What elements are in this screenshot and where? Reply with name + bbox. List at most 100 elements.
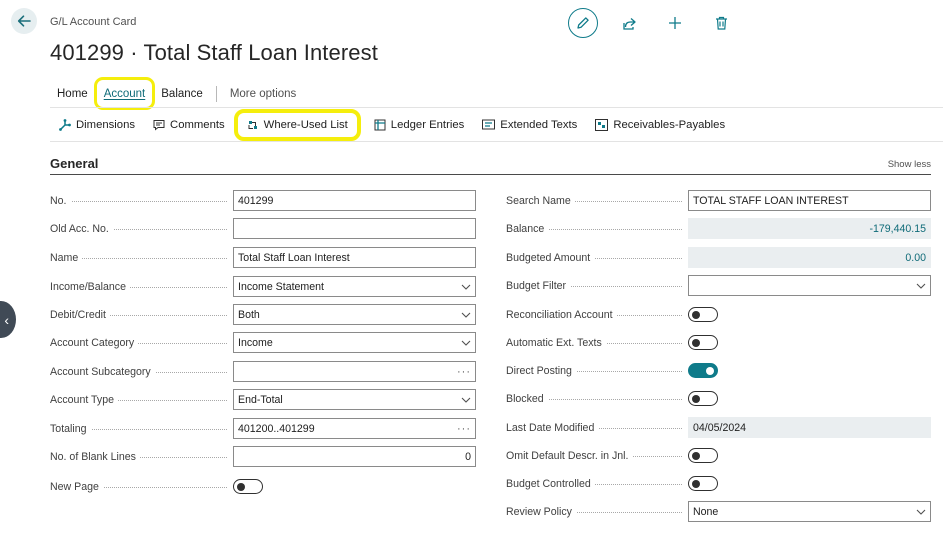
field-label: Account Category [50, 336, 139, 349]
edit-button[interactable] [568, 8, 598, 38]
ledger-icon [374, 119, 386, 131]
blank-lines-input[interactable]: 0 [233, 446, 476, 467]
more-options-button[interactable]: More options [223, 80, 303, 107]
ledger-entries-button[interactable]: Ledger Entries [365, 113, 473, 137]
field-omit-default-descr: Omit Default Descr. in Jnl. [506, 445, 718, 466]
where-used-label: Where-Used List [263, 118, 348, 131]
omit-default-descr-toggle[interactable] [688, 448, 718, 463]
receivables-label: Receivables-Payables [613, 118, 726, 131]
new-button[interactable] [660, 8, 690, 38]
receivables-icon [595, 118, 609, 131]
ledger-label: Ledger Entries [390, 118, 465, 131]
trash-icon [715, 16, 727, 30]
dimensions-button[interactable]: Dimensions [50, 113, 144, 137]
budget-filter-select[interactable] [688, 275, 931, 296]
tab-balance[interactable]: Balance [154, 80, 210, 107]
arrow-left-icon [17, 15, 31, 27]
side-panel-toggle[interactable]: ‹ [0, 301, 16, 338]
field-account-type: Account Type End-Total [50, 389, 476, 410]
receivables-payables-button[interactable]: Receivables-Payables [586, 113, 734, 137]
field-label: New Page [50, 480, 103, 493]
balance-value[interactable]: -179,440.15 [688, 218, 931, 239]
field-label: Account Subcategory [50, 365, 155, 378]
page-title: 401299 · Total Staff Loan Interest [50, 40, 378, 65]
field-label: Totaling [50, 422, 91, 435]
review-policy-select[interactable]: None [688, 501, 931, 522]
breadcrumb: G/L Account Card [50, 16, 137, 28]
field-search-name: Search Name TOTAL STAFF LOAN INTEREST [506, 190, 931, 211]
share-button[interactable] [614, 8, 644, 38]
field-last-date-modified: Last Date Modified 04/05/2024 [506, 417, 931, 438]
top-actions [568, 8, 736, 38]
field-label: No. of Blank Lines [50, 450, 140, 463]
field-blank-lines: No. of Blank Lines 0 [50, 446, 476, 467]
field-old-acc-no: Old Acc. No. [50, 218, 476, 239]
income-balance-select[interactable]: Income Statement [233, 276, 476, 297]
field-label: Account Type [50, 393, 118, 406]
field-label: Budget Filter [506, 279, 571, 292]
chevron-down-icon [461, 397, 471, 403]
budgeted-amount-value[interactable]: 0.00 [688, 247, 931, 268]
chevron-down-icon [461, 284, 471, 290]
budget-controlled-toggle[interactable] [688, 476, 718, 491]
delete-button[interactable] [706, 8, 736, 38]
no-input[interactable]: 401299 [233, 190, 476, 211]
search-name-input[interactable]: TOTAL STAFF LOAN INTEREST [688, 190, 931, 211]
field-label: Budget Controlled [506, 477, 595, 490]
blocked-toggle[interactable] [688, 391, 718, 406]
chevron-down-icon [916, 509, 926, 515]
field-label: Omit Default Descr. in Jnl. [506, 449, 633, 462]
account-subcategory-input[interactable]: ··· [233, 361, 476, 382]
chevron-left-icon: ‹ [4, 311, 9, 328]
account-type-select[interactable]: End-Total [233, 389, 476, 410]
name-input[interactable]: Total Staff Loan Interest [233, 247, 476, 268]
show-less-link[interactable]: Show less [888, 159, 931, 170]
extended-texts-button[interactable]: Extended Texts [473, 113, 586, 137]
automatic-ext-texts-toggle[interactable] [688, 335, 718, 350]
tab-home[interactable]: Home [50, 80, 95, 107]
account-actions: Dimensions Comments Where-Used List Ledg… [50, 107, 943, 142]
field-blocked: Blocked [506, 388, 718, 409]
reconciliation-account-toggle[interactable] [688, 307, 718, 322]
chevron-down-icon [461, 312, 471, 318]
account-category-select[interactable]: Income [233, 332, 476, 353]
field-automatic-ext-texts: Automatic Ext. Texts [506, 332, 718, 353]
direct-posting-toggle[interactable] [688, 363, 718, 378]
totaling-input[interactable]: 401200..401299 ··· [233, 418, 476, 439]
ellipsis-icon[interactable]: ··· [457, 366, 471, 378]
new-page-toggle[interactable] [233, 479, 263, 494]
comment-icon [153, 119, 165, 131]
where-used-list-button[interactable]: Where-Used List [233, 108, 361, 141]
field-label: Direct Posting [506, 364, 576, 377]
dimensions-label: Dimensions [76, 118, 136, 131]
field-balance: Balance -179,440.15 [506, 218, 931, 239]
debit-credit-select[interactable]: Both [233, 304, 476, 325]
field-totaling: Totaling 401200..401299 ··· [50, 418, 476, 439]
field-budget-filter: Budget Filter [506, 275, 931, 296]
field-account-category: Account Category Income [50, 332, 476, 353]
plus-icon [669, 17, 681, 29]
old-acc-no-input[interactable] [233, 218, 476, 239]
chevron-down-icon [916, 283, 926, 289]
field-direct-posting: Direct Posting [506, 360, 718, 381]
field-label: Debit/Credit [50, 308, 110, 321]
action-bar: Home Account Balance More options [50, 77, 943, 110]
field-budgeted-amount: Budgeted Amount 0.00 [506, 247, 931, 268]
field-income-balance: Income/Balance Income Statement [50, 276, 476, 297]
dimensions-icon [59, 118, 71, 131]
field-label: Balance [506, 222, 549, 235]
field-label: No. [50, 194, 71, 207]
field-label: Last Date Modified [506, 421, 599, 434]
field-label: Automatic Ext. Texts [506, 336, 606, 349]
field-review-policy: Review Policy None [506, 501, 931, 522]
back-button[interactable] [11, 8, 37, 34]
section-title[interactable]: General [50, 156, 98, 171]
field-label: Blocked [506, 392, 548, 405]
extended-texts-label: Extended Texts [500, 118, 578, 131]
comments-button[interactable]: Comments [144, 113, 234, 137]
ellipsis-icon[interactable]: ··· [457, 423, 471, 435]
tab-account[interactable]: Account [93, 77, 156, 110]
field-label: Budgeted Amount [506, 251, 595, 264]
nav-divider [215, 85, 217, 102]
last-date-modified-value[interactable]: 04/05/2024 [688, 417, 931, 438]
